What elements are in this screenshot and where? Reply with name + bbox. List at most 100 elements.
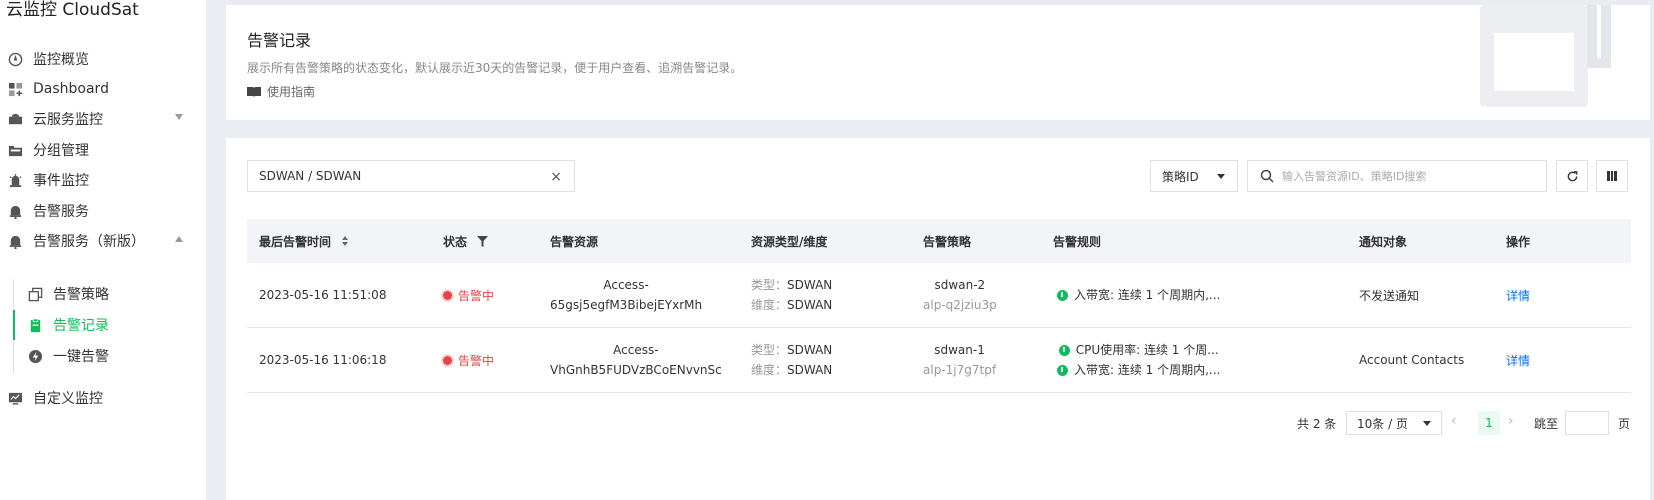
resource-dimension: 维度：SDWAN — [751, 360, 832, 380]
next-page-icon[interactable]: › — [1508, 413, 1514, 429]
jump-label: 跳至 — [1534, 417, 1559, 431]
alarm-policy: sdwan-2 alp-q2jziu3p — [923, 263, 997, 327]
rule-status-icon — [1058, 344, 1070, 356]
bell-icon — [7, 233, 23, 249]
chevron-up-icon — [175, 236, 183, 242]
clipboard-icon — [27, 317, 43, 333]
alarm-record-table: 最后告警时间 状态 告警资源 资源类型/维度 告警策略 告警规则 通知对象 操作… — [247, 219, 1631, 393]
filter-tag-text: SDWAN / SDWAN — [259, 169, 362, 183]
sidebar: 云监控 CloudSat 监控概览 Dashboard 云服务监控 分组管理 事… — [0, 0, 207, 500]
column-header-notify: 通知对象 — [1359, 234, 1408, 249]
sidebar-subitem-one-click[interactable]: 一键告警 — [14, 341, 204, 371]
policy-name[interactable]: sdwan-1 — [934, 340, 985, 360]
alarm-policy: sdwan-1 alp-1j7g7tpf — [923, 328, 996, 392]
resource-type-dimension: 类型：SDWAN 维度：SDWAN — [751, 263, 832, 327]
rule-item: 入带宽: 连续 1 个周期内,... — [1057, 360, 1220, 380]
prev-page-icon[interactable]: ‹ — [1451, 413, 1457, 429]
detail-link[interactable]: 详情 — [1506, 328, 1530, 392]
sidebar-item-cloud-service[interactable]: 云服务监控 — [0, 105, 200, 133]
sidebar-item-group[interactable]: 分组管理 — [0, 136, 200, 164]
sidebar-item-label: 告警服务（新版） — [33, 234, 145, 250]
column-settings-button[interactable] — [1596, 160, 1628, 192]
alarm-rules: CPU使用率: 连续 1 个周... 入带宽: 连续 1 个周期内,... — [1057, 328, 1220, 392]
column-header-time[interactable]: 最后告警时间 — [259, 219, 349, 263]
filter-tag-input[interactable]: SDWAN / SDWAN × — [247, 160, 575, 192]
sidebar-item-dashboard[interactable]: Dashboard — [0, 75, 200, 103]
search-box[interactable] — [1247, 160, 1547, 192]
sidebar-item-label: Dashboard — [33, 81, 109, 97]
lightning-icon — [27, 348, 43, 364]
column-header-resource: 告警资源 — [550, 234, 599, 249]
sidebar-item-label: 自定义监控 — [33, 391, 103, 407]
header-illustration — [1480, 5, 1611, 107]
search-field-select-value: 策略ID — [1162, 169, 1199, 184]
chevron-down-icon — [175, 114, 183, 120]
sidebar-item-label: 事件监控 — [33, 173, 89, 189]
sidebar-subitem-label: 一键告警 — [53, 349, 109, 365]
rule-text: 入带宽: 连续 1 个周期内,... — [1074, 363, 1221, 377]
guide-link-label: 使用指南 — [267, 85, 316, 99]
column-header-status[interactable]: 状态 — [443, 219, 489, 263]
resource-dimension: 维度：SDWAN — [751, 295, 832, 315]
page-size-select[interactable]: 10条 / 页 — [1346, 411, 1442, 435]
sidebar-subitem-alarm-policy[interactable]: 告警策略 — [14, 279, 204, 309]
sidebar-item-alarm-new[interactable]: 告警服务（新版） — [0, 227, 200, 255]
page-unit-label: 页 — [1618, 417, 1631, 431]
refresh-button[interactable] — [1556, 160, 1588, 192]
column-header-rule: 告警规则 — [1053, 234, 1102, 249]
search-field-select[interactable]: 策略ID — [1150, 160, 1238, 192]
sidebar-item-label: 监控概览 — [33, 52, 89, 68]
dashboard-gauge-icon — [7, 51, 23, 67]
rule-status-icon — [1057, 289, 1068, 301]
pagination: 共 2 条 10条 / 页 ‹ 1 › 跳至 页 — [226, 408, 1650, 438]
rule-item: 入带宽: 连续 1 个周期内,... — [1057, 285, 1220, 305]
search-input[interactable] — [1282, 169, 1532, 183]
grid-plus-icon — [7, 81, 23, 97]
table-header: 最后告警时间 状态 告警资源 资源类型/维度 告警策略 告警规则 通知对象 操作 — [247, 219, 1631, 263]
search-icon — [1260, 169, 1274, 183]
page-description: 展示所有告警策略的状态变化，默认展示近30天的告警记录，便于用户查看、追溯告警记… — [247, 61, 743, 75]
sidebar-subitem-label: 告警记录 — [53, 318, 109, 334]
alert-dot-icon — [443, 355, 452, 365]
sidebar-item-alarm[interactable]: 告警服务 — [0, 197, 200, 225]
sidebar-subitem-alarm-record[interactable]: 告警记录 — [13, 310, 204, 340]
notify-target: Account Contacts — [1359, 353, 1465, 367]
dimension-label: 维度： — [751, 363, 788, 377]
alarm-rules: 入带宽: 连续 1 个周期内,... — [1057, 263, 1220, 327]
page-title: 告警记录 — [247, 31, 312, 50]
clear-filter-icon[interactable]: × — [550, 169, 562, 185]
sidebar-item-label: 云服务监控 — [33, 112, 103, 128]
sidebar-item-overview[interactable]: 监控概览 — [0, 45, 200, 73]
cloud-icon — [7, 111, 23, 127]
policy-id: alp-q2jziu3p — [923, 298, 997, 312]
status-text: 告警中 — [458, 288, 495, 303]
detail-link[interactable]: 详情 — [1506, 263, 1530, 327]
notify-target: 不发送通知 — [1359, 288, 1420, 303]
jump-page-input[interactable] — [1565, 411, 1609, 435]
type-value: SDWAN — [787, 343, 833, 357]
book-icon — [247, 86, 261, 98]
column-header-action: 操作 — [1506, 234, 1531, 249]
filter-icon — [477, 235, 489, 247]
guide-link[interactable]: 使用指南 — [247, 83, 315, 100]
bell-icon — [7, 203, 23, 219]
page-size-value: 10条 / 页 — [1357, 416, 1408, 431]
dimension-value: SDWAN — [787, 363, 833, 377]
page-number[interactable]: 1 — [1478, 411, 1500, 435]
column-header-type-dimension: 资源类型/维度 — [751, 234, 828, 249]
sort-icon — [342, 236, 349, 246]
resource-type-dimension: 类型：SDWAN 维度：SDWAN — [751, 328, 832, 392]
refresh-icon — [1567, 170, 1577, 181]
alarm-resource: Access- 65gsj5egfM3BibejEYxrMh — [550, 263, 702, 327]
resource-type: 类型：SDWAN — [751, 275, 832, 295]
folder-icon — [7, 142, 23, 158]
table-row: 2023-05-16 11:06:18 告警中 Access- VhGnhB5F… — [247, 328, 1631, 393]
resource-id-part: VhGnhB5FUDVzBCoENvvnSc — [550, 363, 722, 377]
sidebar-item-event[interactable]: 事件监控 — [0, 166, 200, 194]
policy-name[interactable]: sdwan-2 — [935, 275, 986, 295]
sidebar-item-label: 告警服务 — [33, 204, 89, 220]
sidebar-item-custom[interactable]: 自定义监控 — [0, 384, 200, 412]
resource-id-part: Access- — [613, 343, 659, 357]
type-value: SDWAN — [787, 278, 833, 292]
alarm-light-icon — [7, 172, 23, 188]
